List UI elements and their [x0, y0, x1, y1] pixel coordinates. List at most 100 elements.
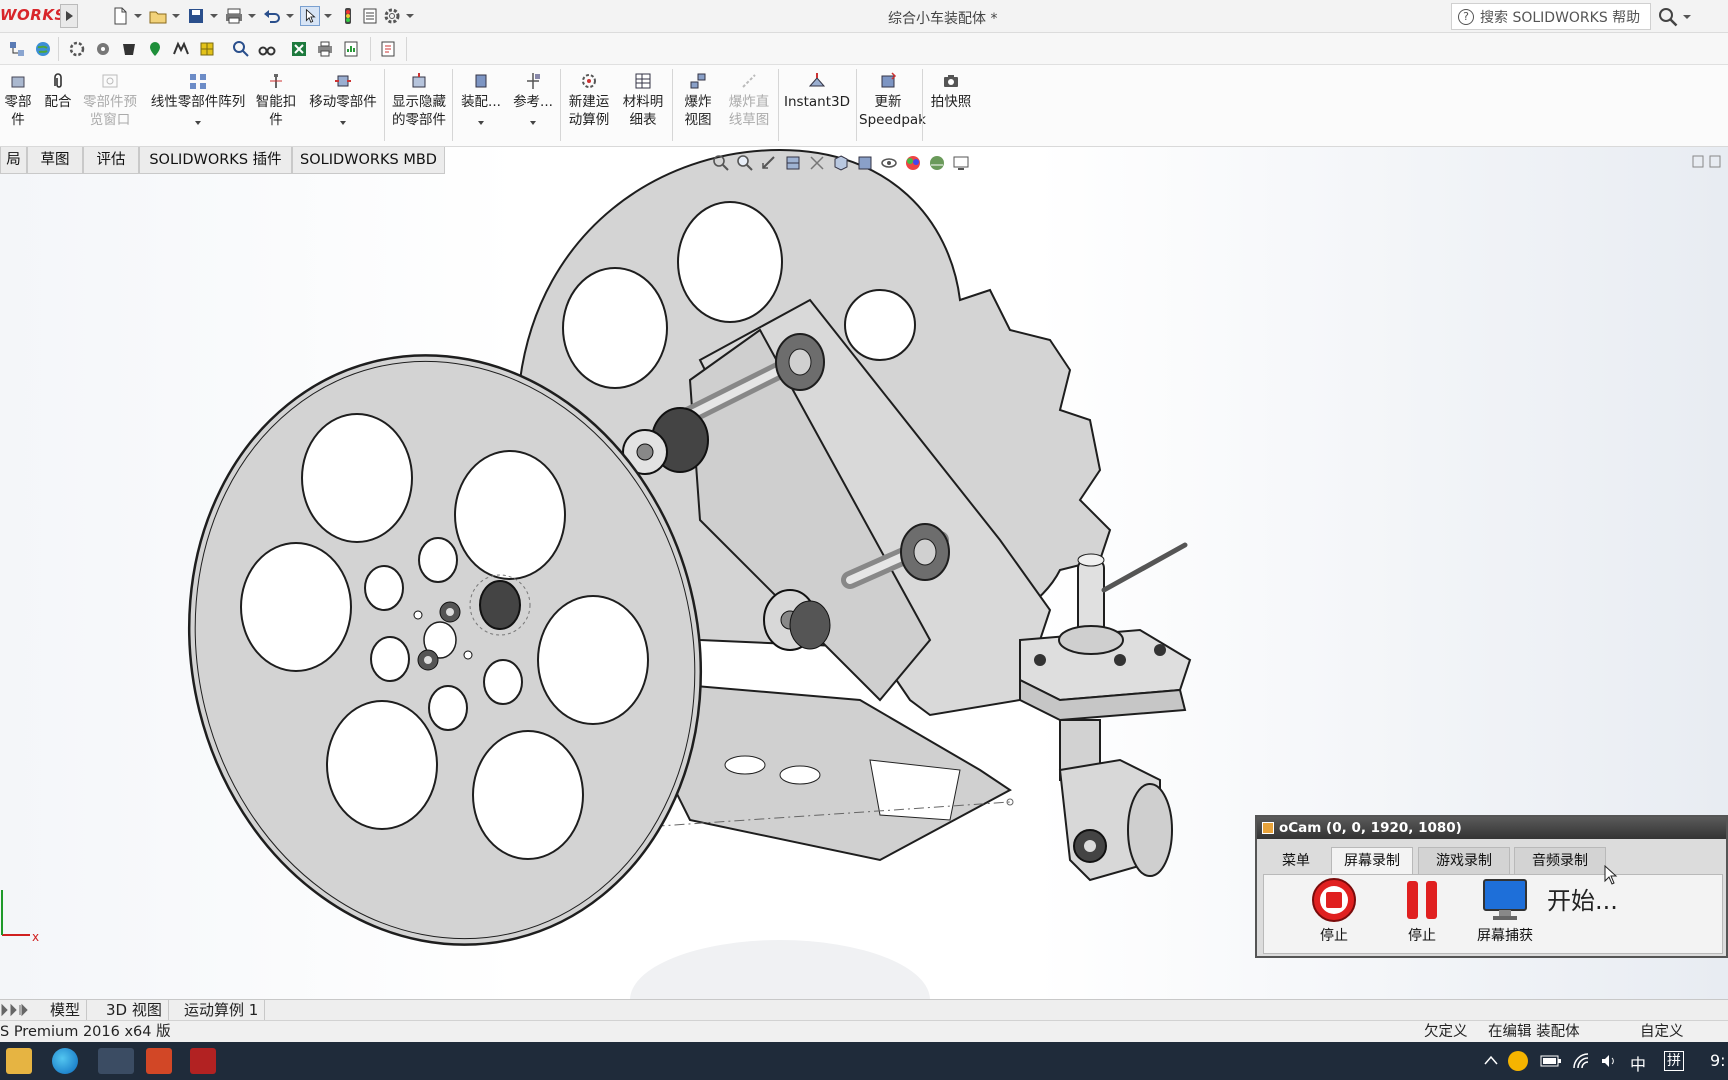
- section-view-icon[interactable]: [784, 154, 802, 172]
- binoculars-icon[interactable]: [258, 40, 276, 58]
- undo-icon[interactable]: [262, 6, 282, 26]
- ime-language-indicator[interactable]: 中: [1630, 1051, 1646, 1075]
- tab-sketch[interactable]: 草图: [27, 147, 83, 174]
- component-icon[interactable]: [198, 40, 216, 58]
- powerpoint-icon[interactable]: [146, 1048, 172, 1074]
- qq-tray-icon[interactable]: [1508, 1051, 1528, 1071]
- task-scheduler-icon[interactable]: [379, 40, 397, 58]
- command-update-speedpak[interactable]: 更新Speedpak: [858, 71, 926, 129]
- new-dropdown-icon[interactable]: [134, 14, 142, 18]
- undo-dropdown-icon[interactable]: [286, 14, 294, 18]
- ocam-screen-capture-button[interactable]: 屏幕捕获: [1469, 875, 1541, 945]
- tab-3d-view[interactable]: 3D 视图: [100, 1000, 169, 1020]
- viewport-controls-icon[interactable]: [1692, 154, 1722, 170]
- tab-layout[interactable]: 局: [0, 147, 27, 174]
- display-style-icon[interactable]: [856, 154, 874, 172]
- tab-scroll-arrows-icon[interactable]: [0, 1003, 36, 1017]
- search-button[interactable]: [1657, 4, 1697, 29]
- ocam-window[interactable]: oCam (0, 0, 1920, 1080) 菜单 屏幕录制 游戏录制 音频录…: [1255, 815, 1728, 958]
- cog-addin-icon[interactable]: [94, 40, 112, 58]
- select-dropdown-icon[interactable]: [324, 14, 332, 18]
- help-icon[interactable]: ?: [1458, 8, 1474, 25]
- volume-icon[interactable]: [1600, 1052, 1618, 1070]
- view-settings-icon[interactable]: [952, 154, 970, 172]
- ocam-tab-menu[interactable]: 菜单: [1263, 847, 1329, 875]
- assembly-tree-icon[interactable]: [8, 40, 26, 58]
- ocam-tab-audio-record[interactable]: 音频录制: [1514, 847, 1606, 875]
- command-take-snapshot[interactable]: 拍快照: [926, 71, 976, 111]
- help-search-box[interactable]: ? 搜索 SOLIDWORKS 帮助: [1451, 3, 1651, 30]
- command-assembly-features[interactable]: 装配...: [456, 71, 506, 125]
- edge-browser-icon[interactable]: [52, 1048, 78, 1074]
- select-cursor-icon[interactable]: [300, 6, 320, 26]
- command-reference-geometry[interactable]: 参考...: [508, 71, 558, 125]
- command-move-component[interactable]: 移动零部件: [306, 71, 380, 125]
- options-gear-icon[interactable]: [382, 6, 402, 26]
- zoom-area-icon[interactable]: [736, 154, 754, 172]
- measure-icon[interactable]: [172, 40, 190, 58]
- ocam-taskbar-icon[interactable]: [98, 1048, 134, 1074]
- command-component-preview[interactable]: 零部件预览窗口: [78, 71, 142, 129]
- command-mate[interactable]: 配合: [40, 71, 76, 111]
- command-linear-pattern[interactable]: 线性零部件阵列: [146, 71, 250, 125]
- tab-model[interactable]: 模型: [44, 1000, 88, 1020]
- ocam-tab-screen-record[interactable]: 屏幕录制: [1331, 847, 1413, 875]
- excel-export-icon[interactable]: [290, 40, 308, 58]
- tray-expand-icon[interactable]: [1484, 1055, 1498, 1065]
- dropdown-icon[interactable]: [478, 121, 484, 125]
- print-icon[interactable]: [224, 6, 244, 26]
- dropdown-icon[interactable]: [195, 121, 201, 125]
- ocam-pause-button[interactable]: 停止: [1392, 875, 1452, 945]
- printer-icon[interactable]: [316, 40, 334, 58]
- tab-solidworks-addins[interactable]: SOLIDWORKS 插件: [139, 147, 292, 174]
- solidworks-2016-icon[interactable]: [190, 1048, 216, 1074]
- steering-mount[interactable]: [1019, 542, 1192, 882]
- gear-settings-icon[interactable]: [68, 40, 86, 58]
- zoom-to-fit-icon[interactable]: [712, 154, 730, 172]
- ocam-stop-button[interactable]: 停止: [1304, 875, 1364, 945]
- options-dropdown-icon[interactable]: [406, 14, 414, 18]
- bucket-icon[interactable]: [120, 40, 138, 58]
- tab-evaluate[interactable]: 评估: [83, 147, 139, 174]
- zoom-search-icon[interactable]: [232, 40, 250, 58]
- location-pin-icon[interactable]: [146, 40, 164, 58]
- command-component[interactable]: 零部件: [0, 71, 36, 129]
- previous-view-icon[interactable]: [760, 154, 778, 172]
- globe-icon[interactable]: [34, 40, 52, 58]
- dropdown-icon[interactable]: [340, 121, 346, 125]
- command-exploded-view[interactable]: 爆炸视图: [676, 71, 720, 129]
- system-clock[interactable]: 9:: [1710, 1051, 1726, 1070]
- command-instant3d[interactable]: Instant3D: [782, 71, 852, 111]
- battery-icon[interactable]: [1540, 1054, 1562, 1068]
- command-smart-fastener[interactable]: 智能扣件: [252, 71, 300, 129]
- dropdown-icon[interactable]: [530, 121, 536, 125]
- command-explode-line-sketch[interactable]: 爆炸直线草图: [724, 71, 774, 129]
- search-dropdown-icon[interactable]: [1683, 14, 1691, 19]
- save-dropdown-icon[interactable]: [210, 14, 218, 18]
- file-properties-icon[interactable]: [360, 6, 380, 26]
- tab-motion-study-1[interactable]: 运动算例 1: [178, 1000, 266, 1020]
- command-new-motion-study[interactable]: 新建运动算例: [564, 71, 614, 129]
- tab-solidworks-mbd[interactable]: SOLIDWORKS MBD: [292, 147, 445, 174]
- view-orientation-icon[interactable]: [832, 154, 850, 172]
- ocam-title-bar[interactable]: oCam (0, 0, 1920, 1080): [1257, 817, 1726, 839]
- ocam-tab-game-record[interactable]: 游戏录制: [1418, 847, 1510, 875]
- open-dropdown-icon[interactable]: [172, 14, 180, 18]
- wifi-icon[interactable]: [1572, 1052, 1590, 1070]
- rebuild-icon[interactable]: [338, 6, 358, 26]
- apply-scene-icon[interactable]: [928, 154, 946, 172]
- save-icon[interactable]: [186, 6, 206, 26]
- dynamic-annotation-icon[interactable]: [808, 154, 826, 172]
- new-document-icon[interactable]: [110, 6, 130, 26]
- command-show-hidden[interactable]: 显示隐藏的零部件: [388, 71, 450, 129]
- report-icon[interactable]: [342, 40, 360, 58]
- menu-expand-button[interactable]: [60, 4, 78, 28]
- file-explorer-icon[interactable]: [6, 1048, 32, 1074]
- status-units-custom[interactable]: 自定义: [1640, 1021, 1684, 1043]
- edit-appearance-icon[interactable]: [904, 154, 922, 172]
- open-folder-icon[interactable]: [148, 6, 168, 26]
- hide-show-items-icon[interactable]: [880, 154, 898, 172]
- command-bill-of-materials[interactable]: 材料明细表: [618, 71, 668, 129]
- print-dropdown-icon[interactable]: [248, 14, 256, 18]
- ime-pinyin-indicator[interactable]: 拼: [1664, 1051, 1684, 1071]
